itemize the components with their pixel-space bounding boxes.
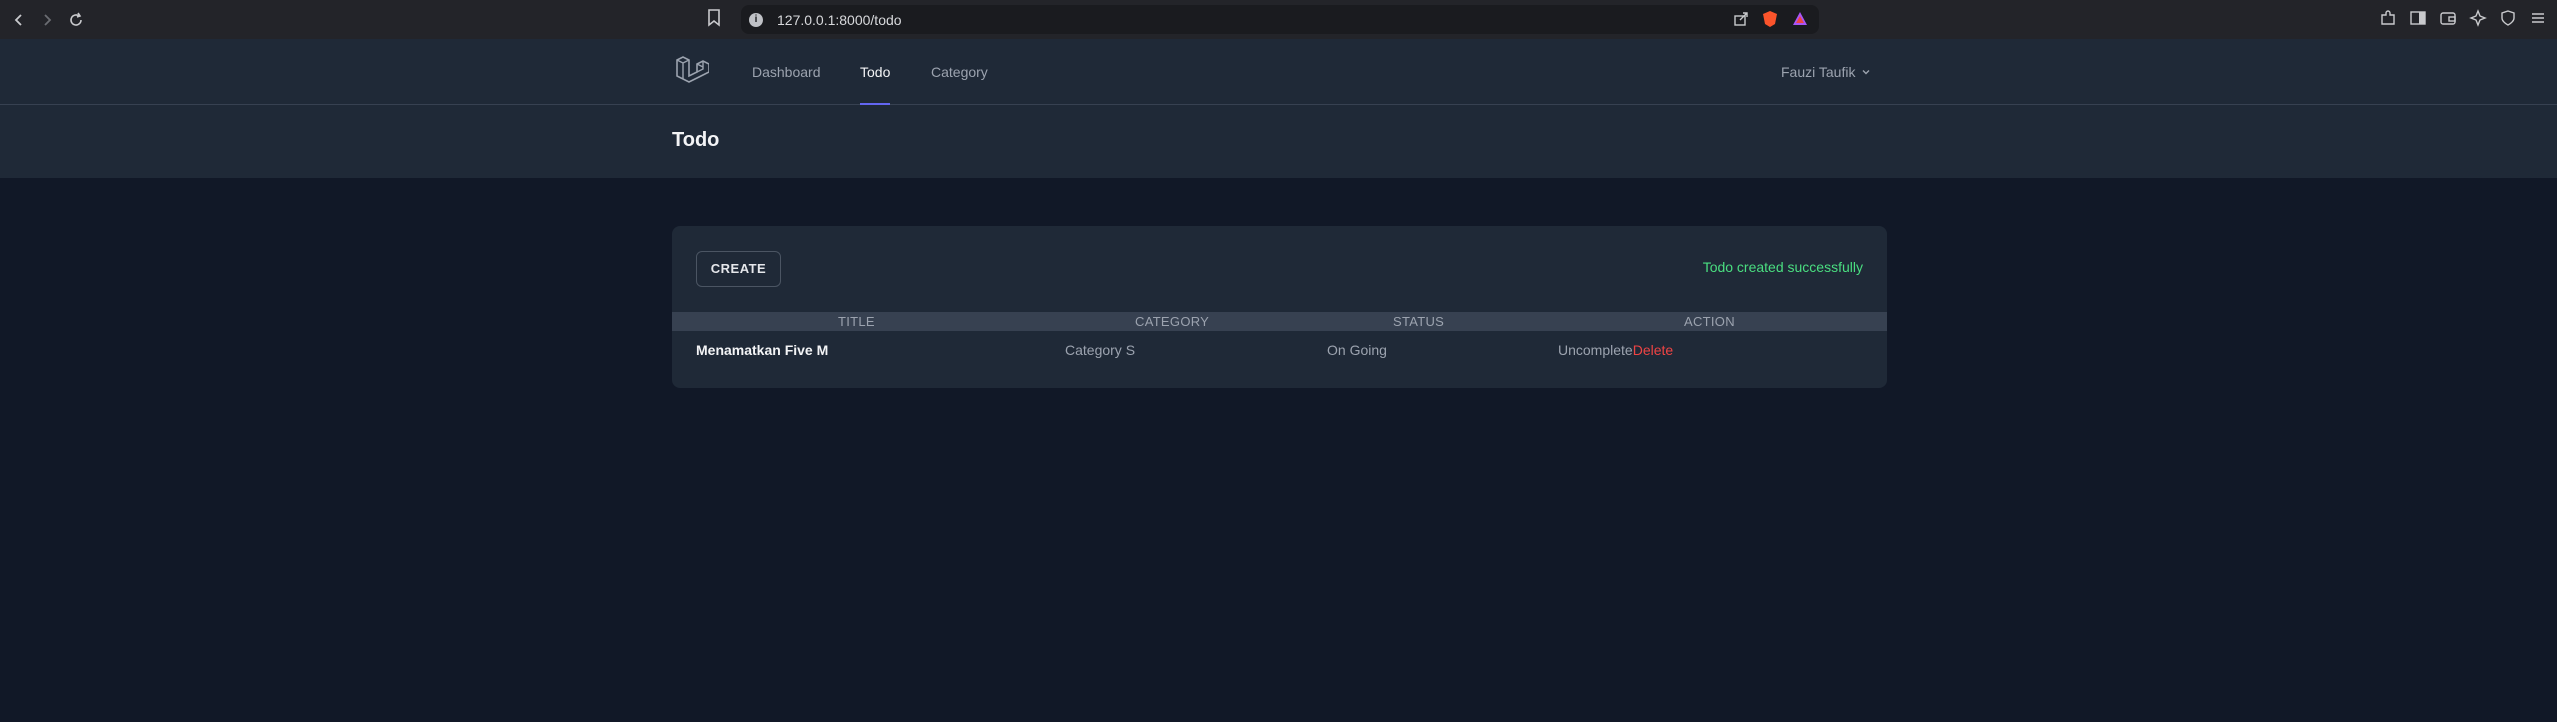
share-icon[interactable]: [1733, 11, 1749, 32]
column-category: CATEGORY: [1135, 314, 1210, 329]
user-dropdown[interactable]: Fauzi Taufik: [1781, 39, 1871, 105]
delete-link[interactable]: Delete: [1633, 342, 1673, 358]
row-title: Menamatkan Five M: [696, 342, 829, 358]
address-bar[interactable]: i 127.0.0.1:8000/todo: [741, 5, 1819, 34]
wallet-icon[interactable]: [2439, 9, 2457, 27]
brave-rewards-icon[interactable]: [1791, 10, 1809, 33]
row-category: Category S: [1065, 342, 1136, 358]
row-status: On Going: [1327, 342, 1387, 358]
table-header: TITLE CATEGORY STATUS ACTION: [672, 312, 1887, 331]
puzzle-icon[interactable]: [2379, 9, 2397, 27]
uncomplete-link[interactable]: Uncomplete: [1558, 342, 1633, 358]
forward-icon[interactable]: [40, 13, 54, 27]
vpn-icon[interactable]: [2499, 9, 2517, 27]
info-icon[interactable]: i: [749, 12, 763, 27]
table-row: Menamatkan Five M Category S On Going Un…: [672, 331, 1887, 369]
laravel-logo-icon[interactable]: [673, 54, 710, 95]
row-actions: UncompleteDelete: [1558, 331, 1673, 369]
nav-link-todo[interactable]: Todo: [860, 39, 891, 105]
menu-icon[interactable]: [2529, 9, 2547, 27]
reload-icon[interactable]: [68, 12, 84, 28]
success-message: Todo created successfully: [1702, 259, 1863, 275]
create-button[interactable]: CREATE: [696, 251, 781, 287]
sidebar-icon[interactable]: [2409, 9, 2427, 27]
app-navbar: Dashboard Todo Category Fauzi Taufik: [0, 39, 2557, 105]
chevron-down-icon: [1861, 39, 1871, 105]
page-title: Todo: [672, 129, 720, 151]
column-status: STATUS: [1393, 314, 1445, 329]
bookmark-icon[interactable]: [707, 9, 721, 32]
url-text: 127.0.0.1:8000/todo: [777, 11, 902, 28]
browser-toolbar: i 127.0.0.1:8000/todo: [0, 0, 2557, 39]
column-action: ACTION: [1684, 314, 1735, 329]
brave-shield-icon[interactable]: [1761, 10, 1779, 33]
nav-link-category[interactable]: Category: [931, 39, 988, 105]
extension-icons: [2379, 9, 2547, 27]
user-name: Fauzi Taufik: [1781, 64, 1856, 80]
leo-ai-icon[interactable]: [2469, 9, 2487, 27]
browser-nav-buttons: [12, 0, 84, 39]
nav-link-dashboard[interactable]: Dashboard: [752, 39, 821, 105]
back-icon[interactable]: [12, 13, 26, 27]
column-title: TITLE: [838, 314, 875, 329]
page-header: Todo: [0, 105, 2557, 178]
todo-card: CREATE Todo created successfully TITLE C…: [672, 226, 1887, 388]
